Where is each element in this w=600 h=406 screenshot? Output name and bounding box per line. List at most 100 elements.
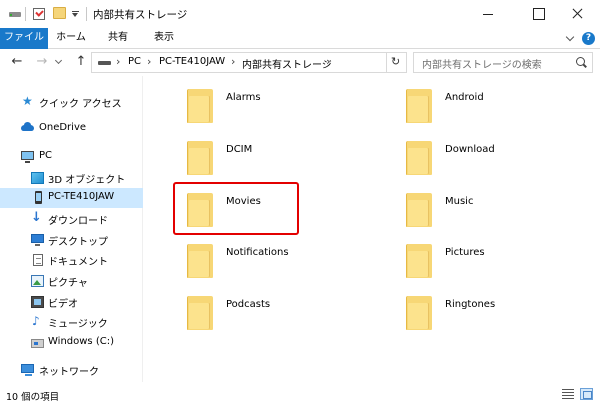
sidebar-item-videos[interactable]: ビデオ <box>0 292 143 312</box>
document-icon <box>33 254 43 266</box>
tab-file[interactable]: ファイル <box>0 28 48 49</box>
folder-notifications[interactable]: Notifications <box>177 240 377 282</box>
sidebar-item-desktop[interactable]: デスクトップ <box>0 230 143 250</box>
sidebar-item-label: ダウンロード <box>48 216 108 227</box>
help-icon[interactable]: ? <box>582 32 595 45</box>
folder-icon <box>187 87 217 123</box>
folder-label: Pictures <box>445 247 485 258</box>
phone-icon <box>35 191 42 204</box>
computer-icon <box>21 151 34 163</box>
sidebar-item-label: デスクトップ <box>48 237 108 248</box>
refresh-button[interactable]: ↻ <box>386 52 406 72</box>
navigation-pane: ★ クイック アクセス OneDrive PC 3D オブジェクト PC-TE4… <box>0 76 143 382</box>
folder-podcasts[interactable]: Podcasts <box>177 292 377 334</box>
new-folder-icon[interactable] <box>53 7 66 19</box>
download-icon: ↓ <box>31 210 42 225</box>
folder-label: Music <box>445 196 474 207</box>
folder-android[interactable]: Android <box>396 85 596 127</box>
divider <box>86 7 87 21</box>
highlight-box <box>173 182 299 235</box>
recent-locations-icon[interactable] <box>55 60 63 65</box>
folder-icon <box>406 87 436 123</box>
tab-share[interactable]: 共有 <box>100 28 136 49</box>
sidebar-item-label: クイック アクセス <box>39 99 122 110</box>
item-count: 10 個の項目 <box>6 392 60 403</box>
sidebar-item-3d-objects[interactable]: 3D オブジェクト <box>0 168 143 188</box>
chevron-right-icon[interactable]: › <box>116 55 120 68</box>
customize-quick-access-icon[interactable] <box>72 11 79 17</box>
ribbon: ファイル ホーム 共有 表示 ? <box>0 28 600 49</box>
folder-music[interactable]: Music <box>396 189 596 231</box>
sidebar-item-label: ネットワーク <box>39 367 99 378</box>
sidebar-item-windows-c[interactable]: Windows (C:) <box>0 333 143 353</box>
sidebar-item-label: 3D オブジェクト <box>48 175 126 186</box>
details-view-icon[interactable] <box>562 389 574 399</box>
folder-label: Notifications <box>226 247 289 258</box>
status-bar: 10 個の項目 <box>0 382 600 406</box>
sidebar-item-onedrive[interactable]: OneDrive <box>0 119 143 139</box>
folder-icon <box>406 294 436 330</box>
forward-arrow-icon[interactable]: → <box>34 54 50 70</box>
sidebar-item-music[interactable]: ♪ ミュージック <box>0 312 143 332</box>
folder-icon <box>187 139 217 175</box>
back-arrow-icon[interactable]: ← <box>9 54 25 70</box>
minimize-button[interactable] <box>465 0 510 28</box>
title-bar: 内部共有ストレージ <box>0 0 600 28</box>
sidebar-item-downloads[interactable]: ↓ ダウンロード <box>0 209 143 229</box>
breadcrumb-device[interactable]: PC-TE410JAW <box>159 56 225 67</box>
sidebar-item-network[interactable]: ネットワーク <box>0 360 143 380</box>
folder-label: Ringtones <box>445 299 496 310</box>
drive-icon[interactable] <box>9 12 21 17</box>
sidebar-item-label: ミュージック <box>48 319 108 330</box>
search-placeholder: 内部共有ストレージの検索 <box>422 60 542 71</box>
folder-label: Download <box>445 144 495 155</box>
sidebar-item-quick-access[interactable]: ★ クイック アクセス <box>0 92 143 112</box>
refresh-icon: ↻ <box>391 55 401 68</box>
search-icon[interactable] <box>576 57 586 67</box>
desktop-icon <box>31 234 44 246</box>
folder-label: Podcasts <box>226 299 271 310</box>
folder-label: DCIM <box>226 144 253 155</box>
folder-alarms[interactable]: Alarms <box>177 85 377 127</box>
address-bar[interactable]: › PC › PC-TE410JAW › 内部共有ストレージ › <box>91 52 407 73</box>
up-arrow-icon[interactable]: ↑ <box>73 54 89 70</box>
folder-icon <box>187 294 217 330</box>
folder-ringtones[interactable]: Ringtones <box>396 292 596 334</box>
close-button[interactable] <box>555 0 600 28</box>
search-input[interactable]: 内部共有ストレージの検索 <box>413 52 593 73</box>
maximize-button[interactable] <box>515 0 560 28</box>
folder-label: Android <box>445 92 484 103</box>
tab-home[interactable]: ホーム <box>54 28 88 49</box>
folder-label: Alarms <box>226 92 261 103</box>
folder-dcim[interactable]: DCIM <box>177 137 377 179</box>
navigation-bar: ← → ↑ › PC › PC-TE410JAW › 内部共有ストレージ › 内… <box>0 49 600 76</box>
chevron-right-icon[interactable]: › <box>147 55 151 68</box>
breadcrumb-internal-storage[interactable]: 内部共有ストレージ <box>242 56 332 71</box>
breadcrumb-pc[interactable]: PC <box>128 56 141 67</box>
chevron-right-icon[interactable]: › <box>231 55 235 68</box>
sidebar-item-label: OneDrive <box>39 122 87 133</box>
properties-icon[interactable] <box>33 8 45 20</box>
3d-objects-icon <box>31 172 44 184</box>
window-title: 内部共有ストレージ <box>93 9 188 21</box>
drive-icon <box>31 339 44 348</box>
sidebar-item-pc[interactable]: PC <box>0 147 143 167</box>
expand-ribbon-icon[interactable] <box>566 34 575 43</box>
sidebar-item-label: ドキュメント <box>48 257 108 268</box>
folder-download[interactable]: Download <box>396 137 596 179</box>
music-icon: ♪ <box>32 314 40 328</box>
tab-view[interactable]: 表示 <box>146 28 182 49</box>
folder-pictures[interactable]: Pictures <box>396 240 596 282</box>
large-icons-view-icon[interactable] <box>580 388 593 400</box>
folder-icon <box>187 242 217 278</box>
folder-icon <box>406 139 436 175</box>
star-icon: ★ <box>22 94 33 108</box>
sidebar-item-documents[interactable]: ドキュメント <box>0 250 143 270</box>
sidebar-item-label: ビデオ <box>48 299 78 310</box>
sidebar-item-pictures[interactable]: ピクチャ <box>0 271 143 291</box>
chevron-right-icon[interactable]: › <box>326 55 330 68</box>
sidebar-item-device[interactable]: PC-TE410JAW <box>0 188 143 208</box>
cloud-icon <box>21 122 34 131</box>
divider <box>25 7 26 21</box>
sidebar-item-label: ピクチャ <box>48 278 88 289</box>
